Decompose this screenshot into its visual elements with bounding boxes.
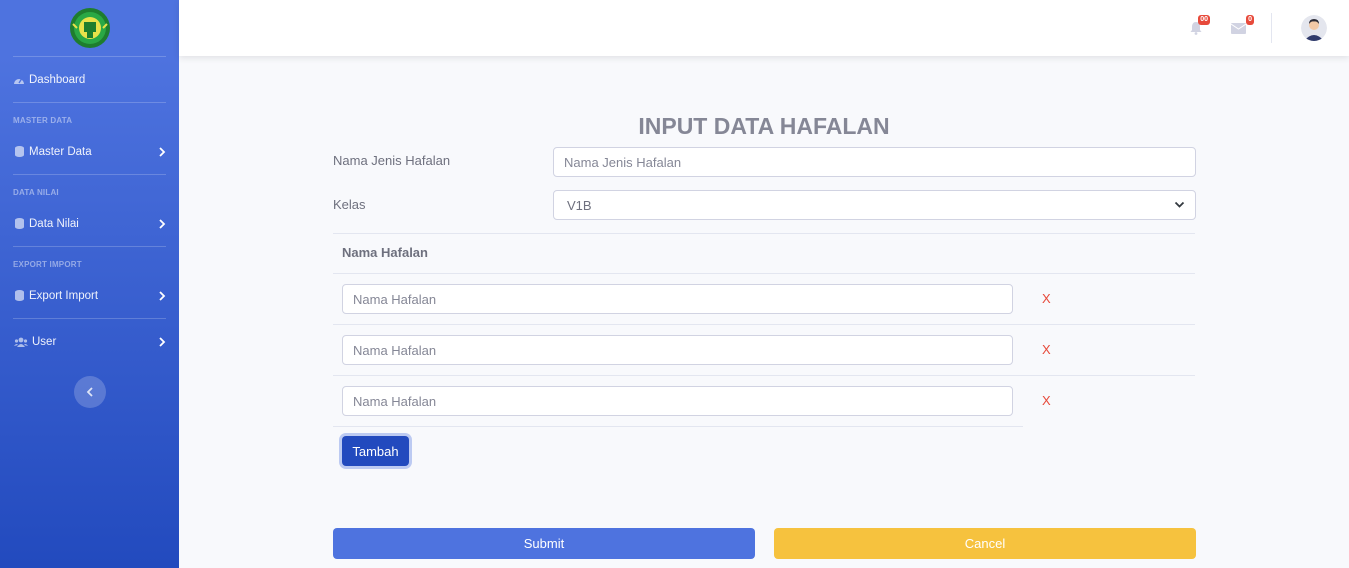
sidebar-item-label: User xyxy=(32,335,57,348)
sidebar-heading-data-nilai: DATA NILAI xyxy=(13,188,59,197)
database-icon xyxy=(13,290,25,302)
topbar-divider xyxy=(1271,13,1272,43)
chevron-right-icon xyxy=(159,290,166,301)
sidebar-heading-master-data: MASTER DATA xyxy=(13,116,73,125)
remove-row-button[interactable]: X xyxy=(1042,393,1051,408)
database-icon xyxy=(13,146,25,158)
topbar: 00 0 xyxy=(179,0,1349,56)
messages-count-badge: 0 xyxy=(1246,15,1254,25)
messages-button[interactable]: 0 xyxy=(1229,15,1254,38)
sidebar-item-master-data[interactable]: Master Data xyxy=(0,129,179,174)
cancel-button[interactable]: Cancel xyxy=(774,528,1196,559)
sidebar-item-dashboard[interactable]: Dashboard xyxy=(0,57,179,102)
sidebar-item-label: Dashboard xyxy=(29,73,86,86)
school-logo-icon xyxy=(69,8,110,48)
envelope-icon xyxy=(1231,23,1246,34)
table-row-border xyxy=(333,375,1195,376)
nama-hafalan-input[interactable] xyxy=(342,284,1013,314)
chevron-right-icon xyxy=(159,218,166,229)
user-avatar[interactable] xyxy=(1301,15,1327,41)
nama-hafalan-input[interactable] xyxy=(342,386,1013,416)
jenis-hafalan-input[interactable] xyxy=(553,147,1196,177)
chevron-left-icon xyxy=(86,387,93,397)
nama-hafalan-input[interactable] xyxy=(342,335,1013,365)
users-icon xyxy=(13,336,28,348)
kelas-select[interactable]: V1B xyxy=(553,190,1196,220)
kelas-label: Kelas xyxy=(333,197,366,212)
remove-row-button[interactable]: X xyxy=(1042,291,1051,306)
alerts-button[interactable]: 00 xyxy=(1185,15,1210,38)
sidebar-item-export-import[interactable]: Export Import xyxy=(0,273,179,318)
chevron-down-icon xyxy=(1174,201,1185,208)
database-icon xyxy=(13,218,25,230)
chevron-right-icon xyxy=(159,336,166,347)
remove-row-button[interactable]: X xyxy=(1042,342,1051,357)
alerts-count-badge: 00 xyxy=(1198,15,1210,25)
table-top-border xyxy=(333,233,1195,234)
sidebar-heading-export-import: EXPORT IMPORT xyxy=(13,260,82,269)
tachometer-icon xyxy=(13,74,25,86)
page-title: INPUT DATA HAFALAN xyxy=(638,113,890,139)
sidebar-brand[interactable] xyxy=(0,0,179,56)
sidebar-item-label: Data Nilai xyxy=(29,217,79,230)
sidebar-item-data-nilai[interactable]: Data Nilai xyxy=(0,201,179,246)
sidebar-toggle-button[interactable] xyxy=(73,376,106,408)
sidebar-item-label: Export Import xyxy=(29,289,99,302)
table-row-border xyxy=(333,324,1195,325)
sidebar-item-label: Master Data xyxy=(29,145,92,158)
sidebar: Dashboard MASTER DATA Master Data DATA N… xyxy=(0,0,179,568)
submit-button[interactable]: Submit xyxy=(333,528,755,559)
kelas-selected-value: V1B xyxy=(567,197,592,213)
sidebar-item-user[interactable]: User xyxy=(0,319,179,364)
jenis-hafalan-label: Nama Jenis Hafalan xyxy=(333,153,451,168)
tambah-button[interactable]: Tambah xyxy=(342,436,409,466)
chevron-right-icon xyxy=(159,146,166,157)
user-avatar-icon xyxy=(1301,15,1327,41)
table-row-border xyxy=(333,426,1023,427)
table-header-border xyxy=(333,273,1195,274)
nama-hafalan-column-header: Nama Hafalan xyxy=(342,245,428,260)
